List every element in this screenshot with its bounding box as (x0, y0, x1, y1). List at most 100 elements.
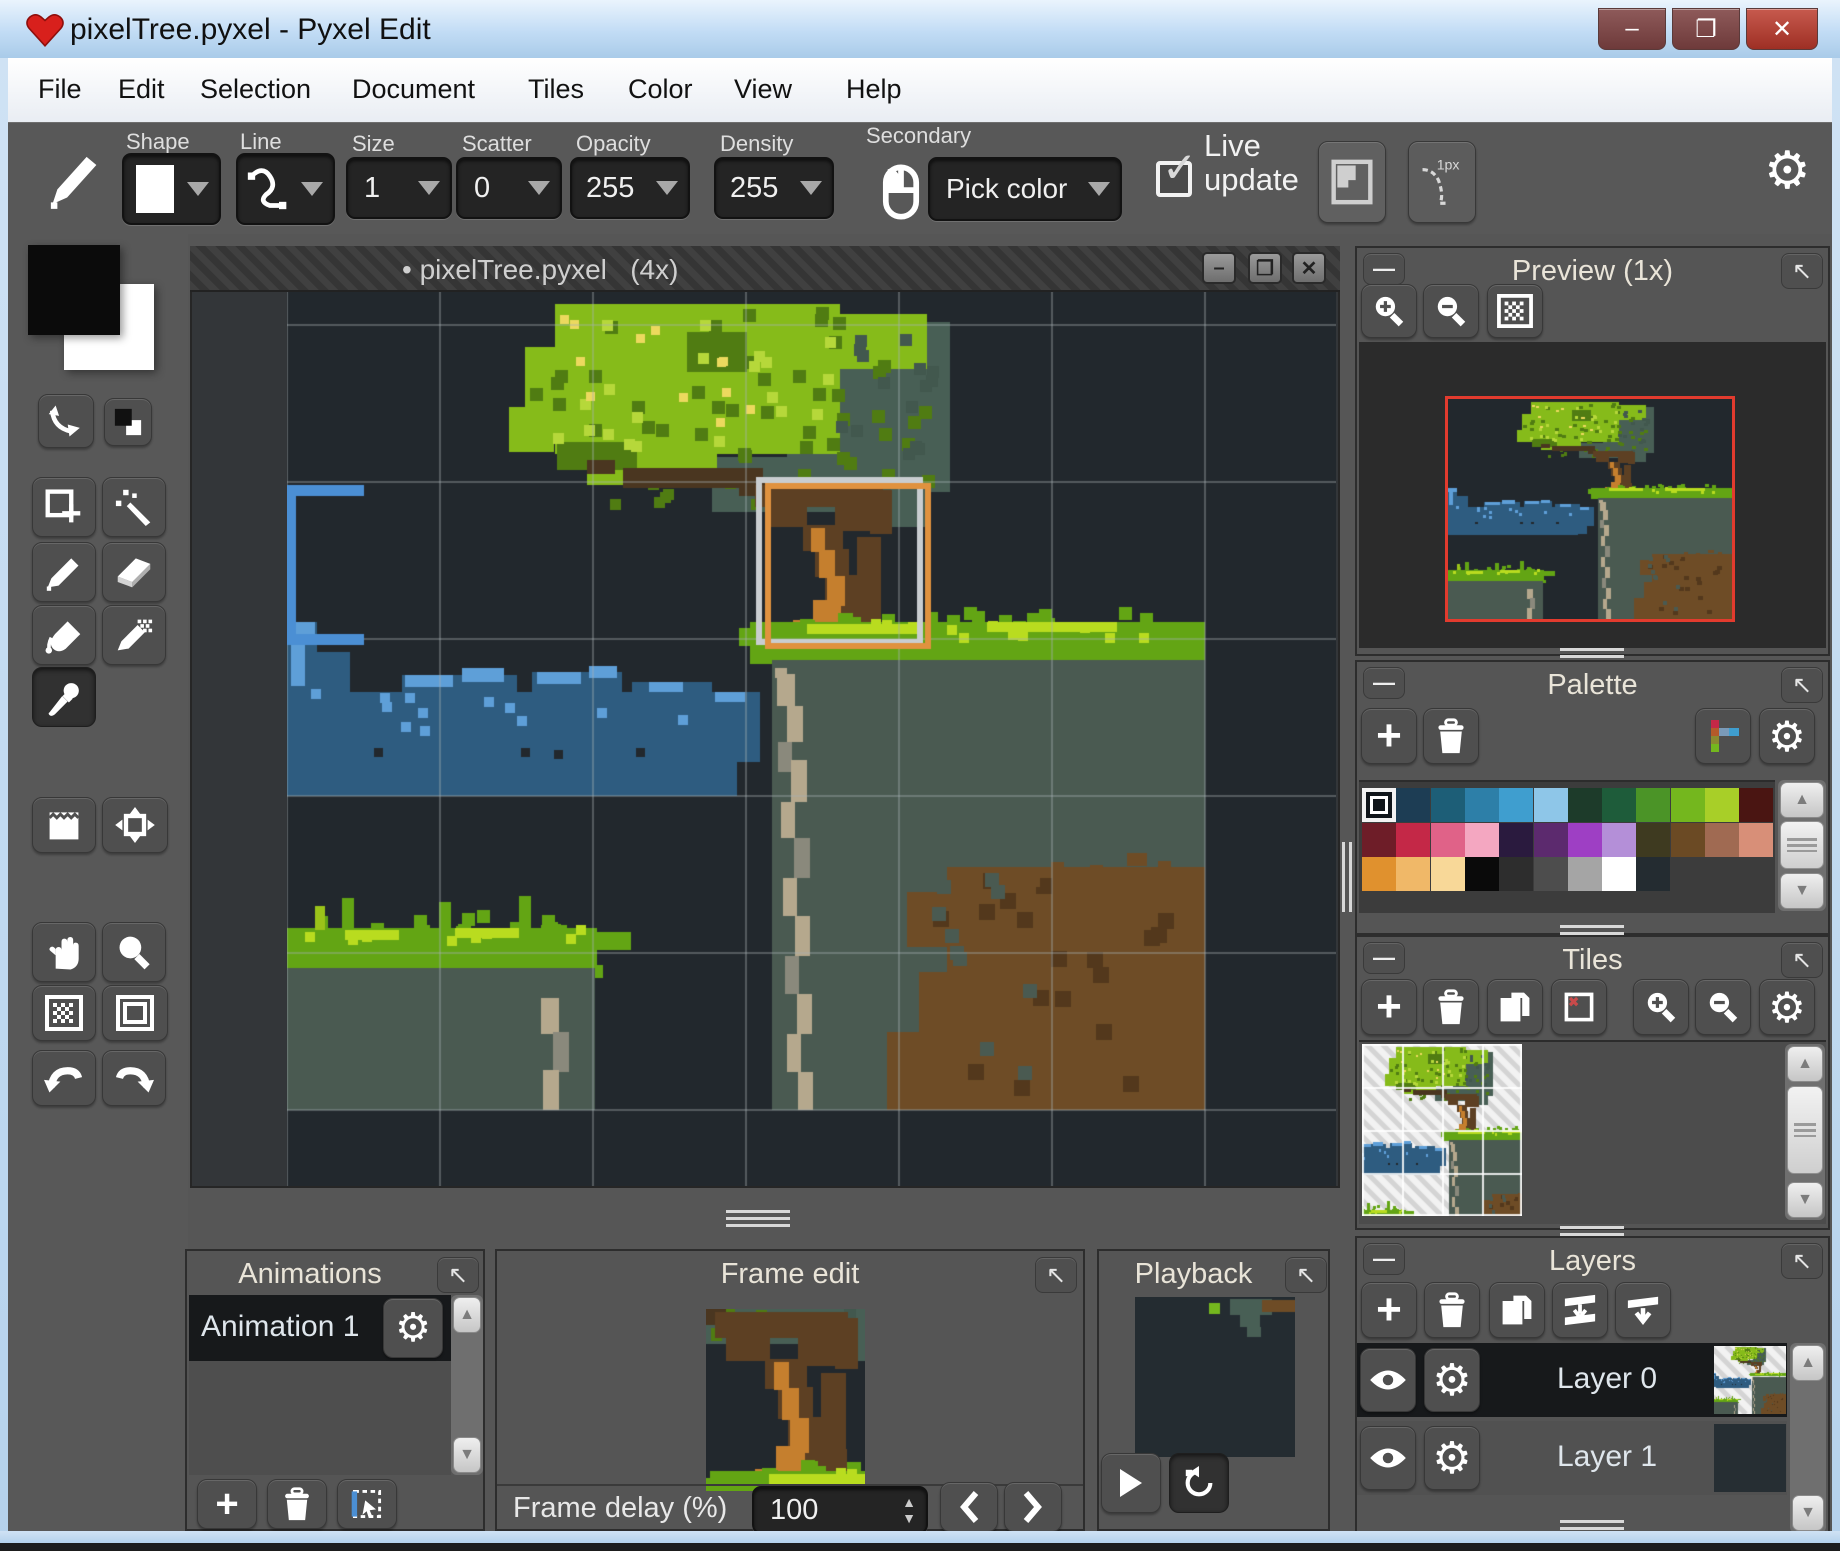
document-title-bar[interactable]: • pixelTree.pyxel (4x) – ❐ ✕ (190, 246, 1340, 292)
layer0-visibility-button[interactable] (1360, 1348, 1416, 1412)
layers-popout-icon[interactable]: ↖ (1781, 1243, 1823, 1279)
maximize-button[interactable]: ❐ (1672, 8, 1740, 50)
palette-swatch[interactable] (1636, 857, 1671, 891)
tiles-zoom-in-button[interactable] (1633, 979, 1689, 1035)
palette-swatch[interactable] (1670, 822, 1705, 857)
duplicate-tile-button[interactable] (1487, 979, 1543, 1035)
animation-settings-button[interactable]: ⚙ (383, 1298, 443, 1358)
palette-swatch[interactable] (1430, 822, 1465, 857)
scroll-down-button[interactable]: ▼ (453, 1437, 481, 1473)
pattern-toggle-button[interactable] (32, 985, 96, 1041)
palette-swatch[interactable] (1362, 857, 1396, 891)
tiles-popout-icon[interactable]: ↖ (1781, 942, 1823, 978)
palette-splitter-handle[interactable] (1560, 925, 1624, 935)
scroll-up-button[interactable]: ▲ (1792, 1345, 1824, 1381)
pencil-tool-button[interactable] (32, 542, 96, 602)
tiles-splitter-handle[interactable] (1560, 1226, 1624, 1236)
zoom-tool-button[interactable] (102, 922, 166, 982)
playback-popout-icon[interactable]: ↖ (1285, 1257, 1327, 1293)
palette-swatch[interactable] (1739, 822, 1774, 857)
previous-frame-button[interactable] (940, 1482, 998, 1532)
palette-swatch[interactable] (1705, 788, 1739, 822)
magic-wand-tool-button[interactable] (102, 477, 166, 537)
scroll-down-button[interactable]: ▼ (1787, 1182, 1823, 1218)
size-dropdown[interactable]: 1 (346, 157, 452, 219)
color-mixer-button[interactable] (1695, 708, 1751, 764)
frame-delay-spinbox[interactable]: 100 ▲ ▼ (752, 1486, 928, 1534)
palette-swatch[interactable] (1602, 857, 1637, 891)
next-frame-button[interactable] (1004, 1482, 1062, 1532)
scroll-up-button[interactable]: ▲ (1787, 1046, 1823, 1082)
palette-swatch[interactable] (1396, 822, 1431, 857)
doc-close-button[interactable]: ✕ (1292, 252, 1326, 284)
hand-tool-button[interactable] (32, 922, 96, 982)
layer-row-1[interactable]: ⚙ Layer 1 (1357, 1421, 1787, 1495)
menu-help[interactable]: Help (846, 74, 902, 105)
eraser-tool-button[interactable] (102, 542, 166, 602)
layers-scrollbar[interactable]: ▲ ▼ (1790, 1343, 1826, 1533)
palette-swatch[interactable] (1567, 857, 1602, 891)
palette-popout-icon[interactable]: ↖ (1781, 667, 1823, 703)
opacity-dropdown[interactable]: 255 (570, 157, 690, 219)
palette-swatch[interactable] (1362, 822, 1396, 857)
doc-minimize-button[interactable]: – (1202, 252, 1236, 284)
palette-swatch[interactable] (1464, 822, 1499, 857)
tiles-zoom-out-button[interactable] (1695, 979, 1751, 1035)
foreground-color-swatch[interactable] (28, 245, 120, 335)
minimize-button[interactable]: – (1598, 8, 1666, 50)
frame-edit-popout-icon[interactable]: ↖ (1035, 1257, 1077, 1293)
preview-splitter-handle[interactable] (1560, 648, 1624, 660)
undo-button[interactable] (32, 1050, 96, 1106)
add-tile-button[interactable]: + (1361, 979, 1417, 1035)
menu-file[interactable]: File (38, 74, 82, 105)
palette-swatch[interactable] (1430, 857, 1465, 891)
dither-tool-button[interactable] (102, 605, 166, 665)
layer1-visibility-button[interactable] (1360, 1426, 1416, 1490)
duplicate-layer-button[interactable] (1489, 1282, 1545, 1338)
tile-mode-button[interactable] (1318, 141, 1386, 223)
menu-view[interactable]: View (734, 74, 792, 105)
select-tool-button[interactable] (32, 477, 96, 537)
palette-swatch[interactable] (1464, 857, 1499, 891)
add-layer-button[interactable]: + (1361, 1282, 1417, 1338)
palette-swatch[interactable] (1602, 822, 1637, 857)
preview-zoom-in-button[interactable] (1361, 284, 1417, 338)
scroll-up-button[interactable]: ▲ (453, 1297, 481, 1333)
palette-swatch[interactable] (1636, 788, 1671, 822)
close-button[interactable]: ✕ (1746, 8, 1818, 50)
palette-swatch[interactable] (1567, 788, 1602, 822)
palette-swatch[interactable] (1670, 788, 1705, 822)
palette-swatch[interactable] (1739, 788, 1774, 822)
clear-tile-button[interactable] (1551, 979, 1607, 1035)
secondary-pick-color-dropdown[interactable]: Pick color (928, 157, 1122, 221)
delete-animation-button[interactable] (267, 1479, 327, 1529)
scatter-dropdown[interactable]: 0 (456, 157, 562, 219)
palette-swatch[interactable] (1705, 822, 1739, 857)
palette-swatch[interactable] (1464, 788, 1499, 822)
pixel-canvas[interactable] (287, 292, 1336, 1186)
play-button[interactable] (1101, 1453, 1161, 1513)
palette-swatch[interactable] (1396, 857, 1431, 891)
doc-restore-button[interactable]: ❐ (1248, 252, 1282, 284)
tile-placer-tool-button[interactable] (102, 797, 168, 853)
palette-swatch[interactable] (1533, 788, 1568, 822)
preview-popout-icon[interactable]: ↖ (1781, 253, 1823, 289)
scroll-thumb[interactable] (1787, 1086, 1823, 1174)
tiles-scrollbar[interactable]: ▲ ▼ (1785, 1044, 1825, 1220)
layers-splitter-handle[interactable] (1560, 1520, 1624, 1530)
eyedropper-tool-button[interactable] (32, 667, 96, 727)
frame-toggle-button[interactable] (102, 985, 168, 1041)
spin-up-icon[interactable]: ▲ (902, 1495, 916, 1509)
redo-button[interactable] (102, 1050, 166, 1106)
scroll-up-button[interactable]: ▲ (1780, 782, 1824, 818)
tiles-settings-button[interactable]: ⚙ (1759, 979, 1815, 1035)
density-dropdown[interactable]: 255 (714, 157, 834, 219)
rotate-view-button[interactable] (38, 394, 94, 448)
layer1-settings-button[interactable]: ⚙ (1424, 1426, 1480, 1490)
menu-document[interactable]: Document (352, 74, 475, 105)
palette-swatch[interactable] (1430, 788, 1465, 822)
swap-colors-button[interactable] (104, 398, 152, 446)
palette-swatch[interactable] (1533, 822, 1568, 857)
menu-edit[interactable]: Edit (118, 74, 165, 105)
layer0-settings-button[interactable]: ⚙ (1424, 1348, 1480, 1412)
